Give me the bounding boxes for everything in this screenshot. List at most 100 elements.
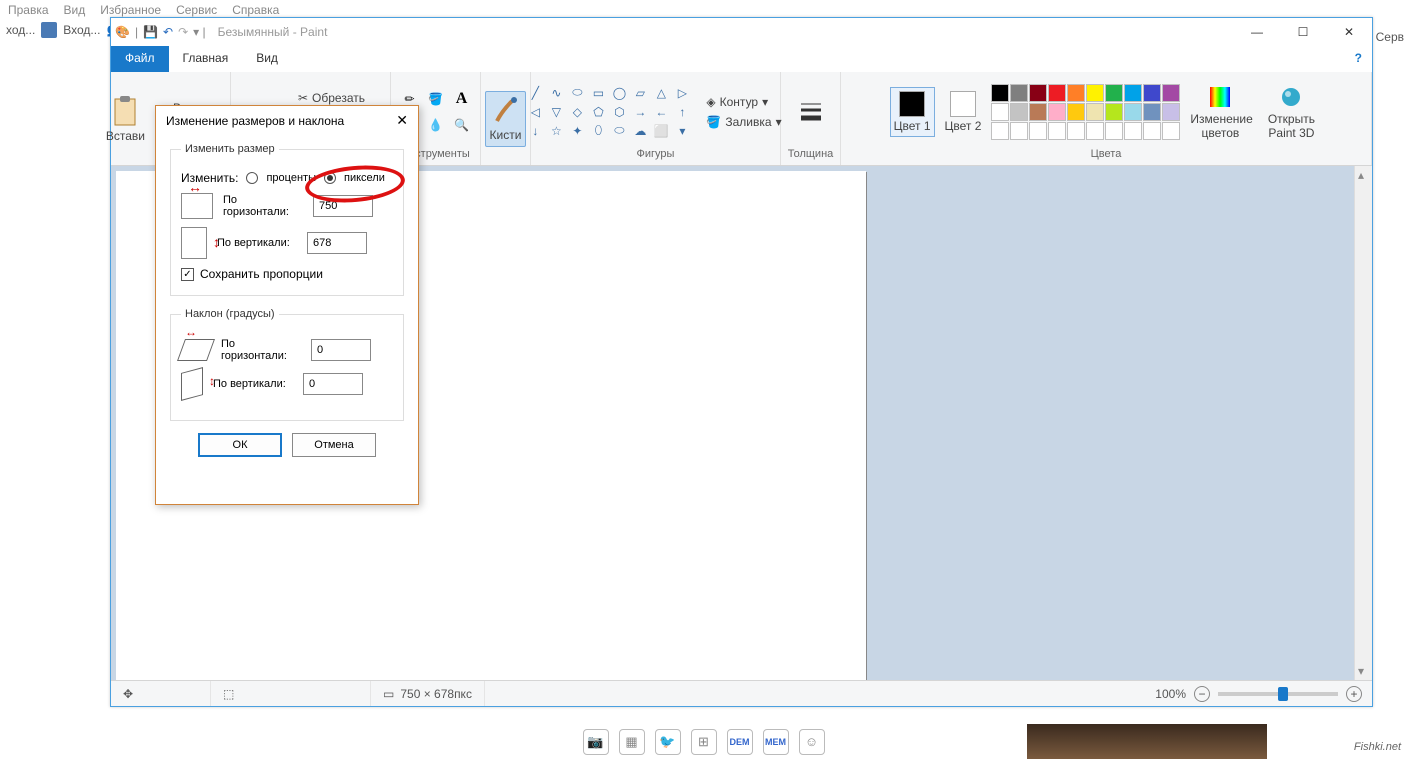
window-title: Безымянный - Paint (218, 25, 328, 39)
palette-swatch[interactable] (1124, 122, 1142, 140)
tab-file[interactable]: Файл (111, 46, 169, 72)
maximize-button[interactable]: ☐ (1280, 18, 1326, 46)
palette-swatch[interactable] (1124, 103, 1142, 121)
help-icon[interactable]: ? (1345, 46, 1372, 72)
zoom-in[interactable]: + (1346, 686, 1362, 702)
color1[interactable]: Цвет 1 (890, 87, 935, 137)
tab-view[interactable]: Вид (242, 46, 292, 72)
redo-icon[interactable]: ↷ (178, 25, 188, 39)
palette-swatch[interactable] (1010, 84, 1028, 102)
share-grid[interactable]: ▦ (619, 729, 645, 755)
zoom-level: 100% (1155, 687, 1186, 701)
share-twitter[interactable]: 🐦 (655, 729, 681, 755)
skew-group: Наклон (градусы) ↔ По горизонтали: ↕ По … (170, 308, 404, 421)
zoom-tool[interactable]: 🔍 (450, 113, 474, 137)
palette-swatch[interactable] (1086, 103, 1104, 121)
skew-vertical-input[interactable] (303, 373, 363, 395)
text-tool[interactable]: A (450, 87, 474, 111)
horiz-resize-icon (181, 193, 213, 219)
brushes-button[interactable]: Кисти (485, 91, 527, 147)
vert-resize-icon (181, 227, 207, 259)
close-button[interactable]: ✕ (1326, 18, 1372, 46)
minimize-button[interactable]: — (1234, 18, 1280, 46)
ribbon-tabs: Файл Главная Вид ? (111, 46, 1372, 72)
palette-swatch[interactable] (991, 84, 1009, 102)
zoom-out[interactable]: − (1194, 686, 1210, 702)
selection-icon: ⬚ (223, 687, 234, 701)
zoom-slider[interactable] (1218, 692, 1338, 696)
resize-horizontal-input[interactable] (313, 195, 373, 217)
size-button[interactable] (791, 96, 831, 128)
titlebar: 🎨 | 💾 ↶ ↷ ▾ | Безымянный - Paint — ☐ ✕ (111, 18, 1372, 46)
palette-swatch[interactable] (1162, 84, 1180, 102)
color-palette[interactable] (991, 84, 1180, 140)
picker-tool[interactable]: 💧 (424, 113, 448, 137)
palette-swatch[interactable] (1162, 103, 1180, 121)
thumbnail-preview (1027, 724, 1267, 759)
palette-swatch[interactable] (1143, 122, 1161, 140)
palette-swatch[interactable] (1067, 122, 1085, 140)
paint-icon: 🎨 (115, 25, 130, 39)
palette-swatch[interactable] (1010, 103, 1028, 121)
vertical-scrollbar[interactable]: ▴ ▾ (1354, 166, 1372, 680)
radio-pixels[interactable] (324, 172, 336, 184)
save-icon[interactable]: 💾 (143, 25, 158, 39)
dialog-close[interactable]: ✕ (396, 112, 408, 129)
canvas-dimensions: 750 × 678пкс (400, 687, 472, 701)
fill-icon: 🪣 (706, 115, 721, 129)
palette-swatch[interactable] (991, 103, 1009, 121)
share-mem[interactable]: MEM (763, 729, 789, 755)
paste-button[interactable]: Встави (100, 93, 151, 145)
resize-group: Изменить размер Изменить: проценты пиксе… (170, 143, 404, 296)
tab-home[interactable]: Главная (169, 46, 243, 72)
palette-swatch[interactable] (1086, 122, 1104, 140)
palette-swatch[interactable] (1143, 103, 1161, 121)
horiz-skew-icon (177, 339, 215, 361)
radio-percent[interactable] (246, 172, 258, 184)
palette-swatch[interactable] (1105, 122, 1123, 140)
watermark: Fishki.net (1354, 741, 1401, 753)
palette-swatch[interactable] (991, 122, 1009, 140)
cancel-button[interactable]: Отмена (292, 433, 376, 457)
palette-swatch[interactable] (1143, 84, 1161, 102)
share-camera[interactable]: 📷 (583, 729, 609, 755)
palette-swatch[interactable] (1048, 122, 1066, 140)
palette-swatch[interactable] (1124, 84, 1142, 102)
cursor-icon: ✥ (123, 687, 133, 701)
palette-swatch[interactable] (1010, 122, 1028, 140)
share-box[interactable]: ⊞ (691, 729, 717, 755)
mail-icon (41, 22, 57, 38)
statusbar: ✥ ⬚ ▭750 × 678пкс 100% − + (111, 680, 1372, 706)
share-dem[interactable]: DEM (727, 729, 753, 755)
palette-swatch[interactable] (1048, 84, 1066, 102)
palette-swatch[interactable] (1029, 84, 1047, 102)
resize-skew-dialog: Изменение размеров и наклона ✕ Изменить … (155, 105, 419, 505)
color2[interactable]: Цвет 2 (939, 89, 988, 135)
palette-swatch[interactable] (1086, 84, 1104, 102)
ok-button[interactable]: ОК (198, 433, 282, 457)
edit-colors[interactable]: Изменение цветов (1184, 82, 1256, 142)
shapes-gallery[interactable]: ╱∿⬭▭◯▱△▷ ◁▽◇⬠⬡→←↑ ↓☆✦⬯⬭☁⬜▾ (525, 84, 692, 140)
serv-label: Серв (1376, 30, 1404, 44)
vert-skew-icon (181, 367, 203, 401)
palette-swatch[interactable] (1029, 122, 1047, 140)
crop-icon: ✂ (298, 91, 308, 105)
undo-icon[interactable]: ↶ (163, 25, 173, 39)
aspect-checkbox[interactable]: ✓Сохранить пропорции (181, 267, 393, 281)
palette-swatch[interactable] (1048, 103, 1066, 121)
paint3d-button[interactable]: Открыть Paint 3D (1260, 82, 1322, 142)
share-smile[interactable]: ☺ (799, 729, 825, 755)
palette-swatch[interactable] (1067, 84, 1085, 102)
skew-horizontal-input[interactable] (311, 339, 371, 361)
dialog-title: Изменение размеров и наклона (166, 114, 344, 128)
palette-swatch[interactable] (1105, 103, 1123, 121)
outline-icon: ◈ (706, 95, 715, 109)
shape-outline[interactable]: ◈Контур▾ (702, 93, 785, 111)
fill-tool[interactable]: 🪣 (424, 87, 448, 111)
palette-swatch[interactable] (1067, 103, 1085, 121)
resize-vertical-input[interactable] (307, 232, 367, 254)
palette-swatch[interactable] (1162, 122, 1180, 140)
palette-swatch[interactable] (1029, 103, 1047, 121)
shape-fill[interactable]: 🪣Заливка▾ (702, 113, 785, 131)
palette-swatch[interactable] (1105, 84, 1123, 102)
